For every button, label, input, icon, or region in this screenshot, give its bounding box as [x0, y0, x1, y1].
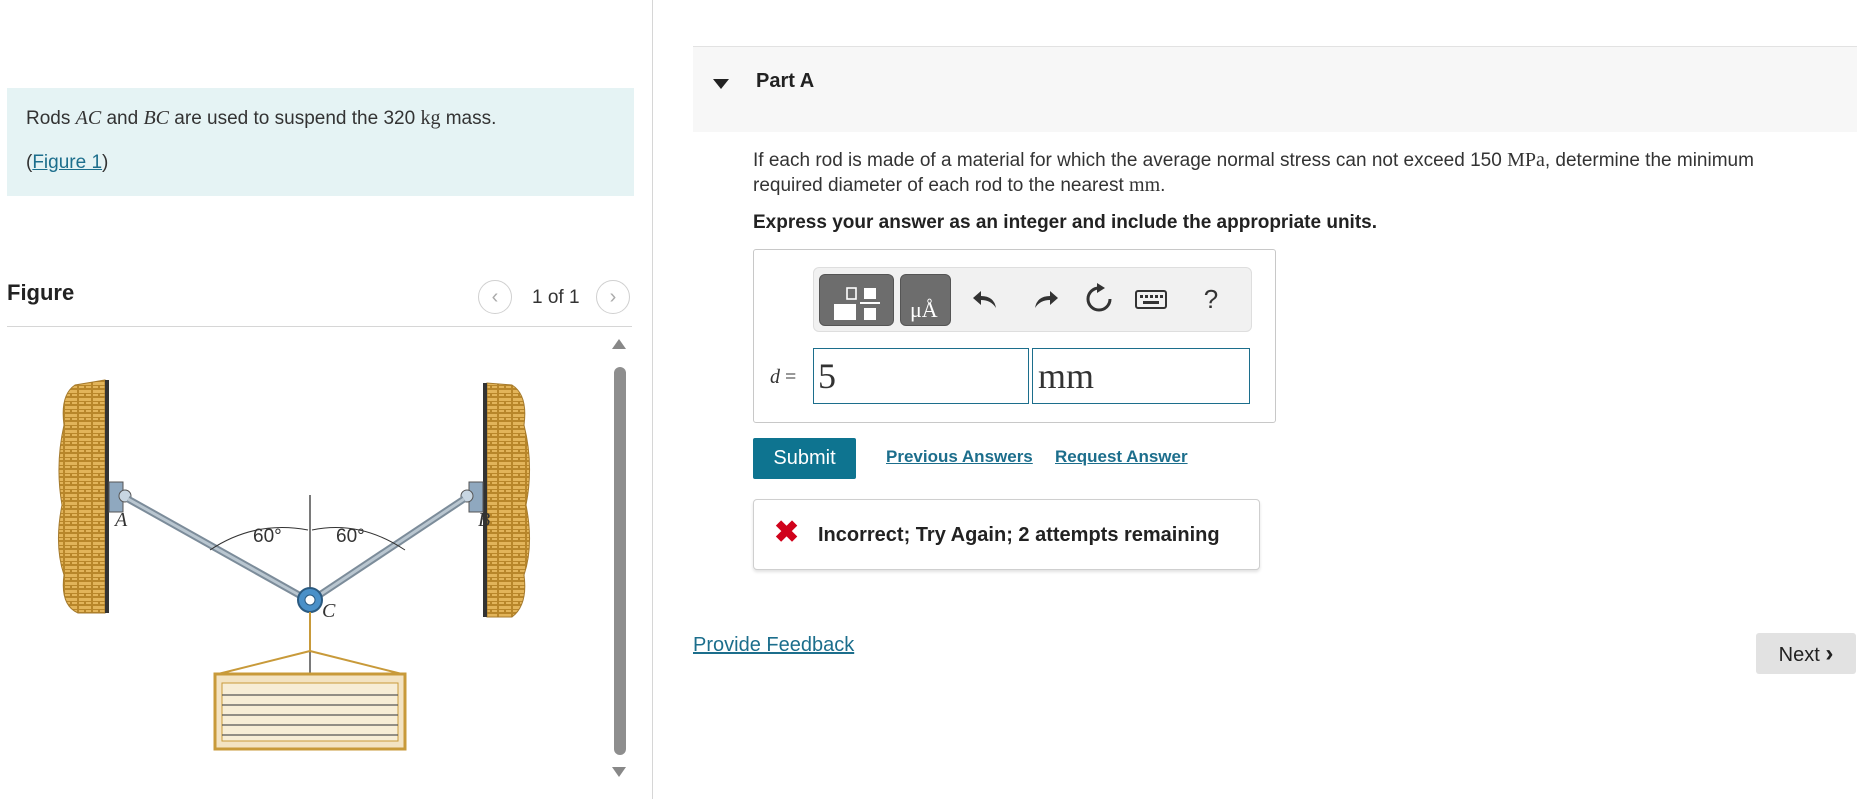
paren-close: ) — [102, 152, 109, 173]
answer-box: μÅ ? d = 5 mm — [753, 249, 1276, 423]
statement-text: are used to suspend the 320 — [169, 108, 421, 129]
question-part: . — [1160, 175, 1166, 196]
question-text: If each rod is made of a material for wh… — [753, 148, 1813, 198]
label-c: C — [322, 600, 336, 622]
previous-answers-link[interactable]: Previous Answers — [886, 447, 1033, 467]
scroll-up-arrow[interactable] — [612, 339, 626, 349]
rod-ac-symbol: AC — [75, 107, 102, 129]
figure-reference: (Figure 1) — [26, 152, 108, 174]
problem-intro: Rods AC and BC are used to suspend the 3… — [7, 88, 634, 196]
redo-button[interactable] — [1028, 282, 1062, 316]
statement-text: mass. — [440, 108, 497, 129]
label-a: A — [113, 509, 128, 531]
scroll-down-arrow[interactable] — [612, 767, 626, 777]
math-toolbar: μÅ ? — [813, 267, 1252, 332]
feedback-message: ✖ Incorrect; Try Again; 2 attempts remai… — [753, 499, 1260, 570]
answer-instruction: Express your answer as an integer and in… — [753, 212, 1378, 233]
next-button[interactable]: Next › — [1756, 633, 1856, 674]
redo-icon — [1035, 291, 1058, 308]
chevron-right-icon: › — [1825, 640, 1834, 667]
part-title: Part A — [756, 70, 815, 92]
part-a-header[interactable]: Part A — [693, 46, 1857, 132]
reset-button[interactable] — [1082, 282, 1116, 316]
next-label: Next — [1778, 644, 1820, 666]
caret-down-icon — [713, 79, 729, 89]
units-button[interactable]: μÅ — [900, 274, 951, 326]
provide-feedback-link[interactable]: Provide Feedback — [693, 634, 854, 657]
rod-bc-symbol: BC — [143, 107, 170, 129]
submit-button[interactable]: Submit — [753, 438, 856, 479]
right-wall — [486, 382, 531, 618]
angle-right-label: 60° — [336, 526, 365, 547]
chevron-right-icon: › — [609, 286, 617, 308]
right-wall-face — [483, 383, 487, 617]
figure-divider — [7, 326, 632, 327]
length-unit: mm — [1129, 174, 1161, 196]
stress-unit: MPa — [1507, 149, 1545, 171]
left-wall-face — [105, 380, 109, 613]
request-answer-link[interactable]: Request Answer — [1055, 447, 1188, 467]
angle-left-label: 60° — [253, 526, 282, 547]
undo-button[interactable] — [969, 282, 1003, 316]
mass-unit: kg — [420, 107, 441, 129]
figure-panel: Rods AC and BC are used to suspend the 3… — [0, 0, 653, 799]
figure-title: Figure — [7, 280, 75, 305]
figure-prev-button[interactable]: ‹ — [478, 280, 512, 314]
figure-link[interactable]: Figure 1 — [32, 152, 102, 173]
figure-scrollbar[interactable] — [614, 367, 626, 755]
statement-text: and — [101, 108, 144, 129]
help-button[interactable]: ? — [1194, 282, 1228, 316]
figure-next-button[interactable]: › — [596, 280, 630, 314]
chevron-left-icon: ‹ — [491, 286, 499, 308]
figure-pager: 1 of 1 — [532, 287, 580, 308]
reset-icon — [1086, 283, 1112, 312]
label-b: B — [478, 509, 490, 531]
question-part: If each rod is made of a material for wh… — [753, 150, 1508, 171]
error-x-icon: ✖ — [774, 516, 800, 549]
undo-icon — [973, 291, 996, 308]
left-wall — [57, 379, 106, 614]
feedback-text: Incorrect; Try Again; 2 attempts remaini… — [818, 524, 1220, 546]
variable-label: d = — [770, 366, 796, 389]
problem-statement: Rods AC and BC are used to suspend the 3… — [26, 107, 496, 130]
templates-button[interactable] — [819, 274, 894, 326]
statement-text: Rods — [26, 108, 76, 129]
units-label: μÅ — [910, 297, 938, 322]
templates-icon — [834, 287, 880, 320]
figure-image: A B C 60° 60° — [57, 379, 531, 751]
variable-symbol: d — [770, 366, 780, 388]
answer-value-input[interactable]: 5 — [813, 348, 1029, 404]
keyboard-button[interactable] — [1134, 282, 1168, 316]
keyboard-icon — [1135, 290, 1167, 309]
equals-sign: = — [780, 366, 797, 388]
answer-unit-input[interactable]: mm — [1032, 348, 1250, 404]
